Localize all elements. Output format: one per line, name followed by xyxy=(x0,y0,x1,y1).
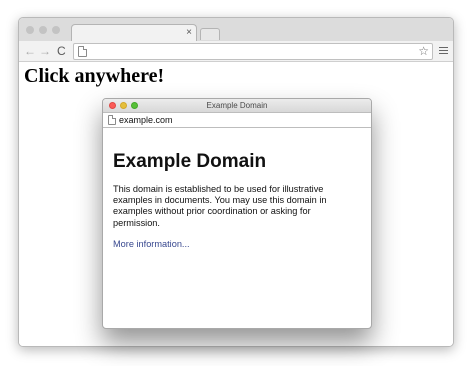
popup-window-title: Example Domain xyxy=(206,101,268,110)
tab-strip: × xyxy=(19,18,453,42)
popup-window: Example Domain example.com Example Domai… xyxy=(102,98,372,329)
window-close-button[interactable] xyxy=(26,26,34,34)
menu-icon[interactable] xyxy=(439,47,448,54)
new-tab-button[interactable] xyxy=(200,28,220,40)
browser-tab[interactable]: × xyxy=(71,24,197,42)
star-icon[interactable]: ☆ xyxy=(418,44,429,58)
close-icon[interactable]: × xyxy=(186,26,192,40)
back-icon[interactable]: ← xyxy=(24,44,36,58)
more-information-link[interactable]: More information... xyxy=(113,239,190,250)
popup-address-text: example.com xyxy=(119,115,173,125)
forward-icon[interactable]: → xyxy=(39,44,51,58)
window-zoom-button[interactable] xyxy=(52,26,60,34)
browser-toolbar: ← → C ☆ xyxy=(19,41,453,62)
page-icon xyxy=(78,46,87,57)
page-icon xyxy=(108,115,116,125)
popup-titlebar[interactable]: Example Domain xyxy=(103,99,371,113)
window-minimize-button[interactable] xyxy=(39,26,47,34)
reload-icon[interactable]: C xyxy=(57,44,66,58)
popup-content: Example Domain This domain is establishe… xyxy=(113,151,359,252)
address-bar[interactable]: ☆ xyxy=(73,43,433,60)
popup-address-bar[interactable]: example.com xyxy=(103,113,371,128)
document-title: Example Domain xyxy=(113,151,267,172)
page-heading: Click anywhere! xyxy=(24,65,165,87)
document-paragraph: This domain is established to be used fo… xyxy=(113,184,327,228)
